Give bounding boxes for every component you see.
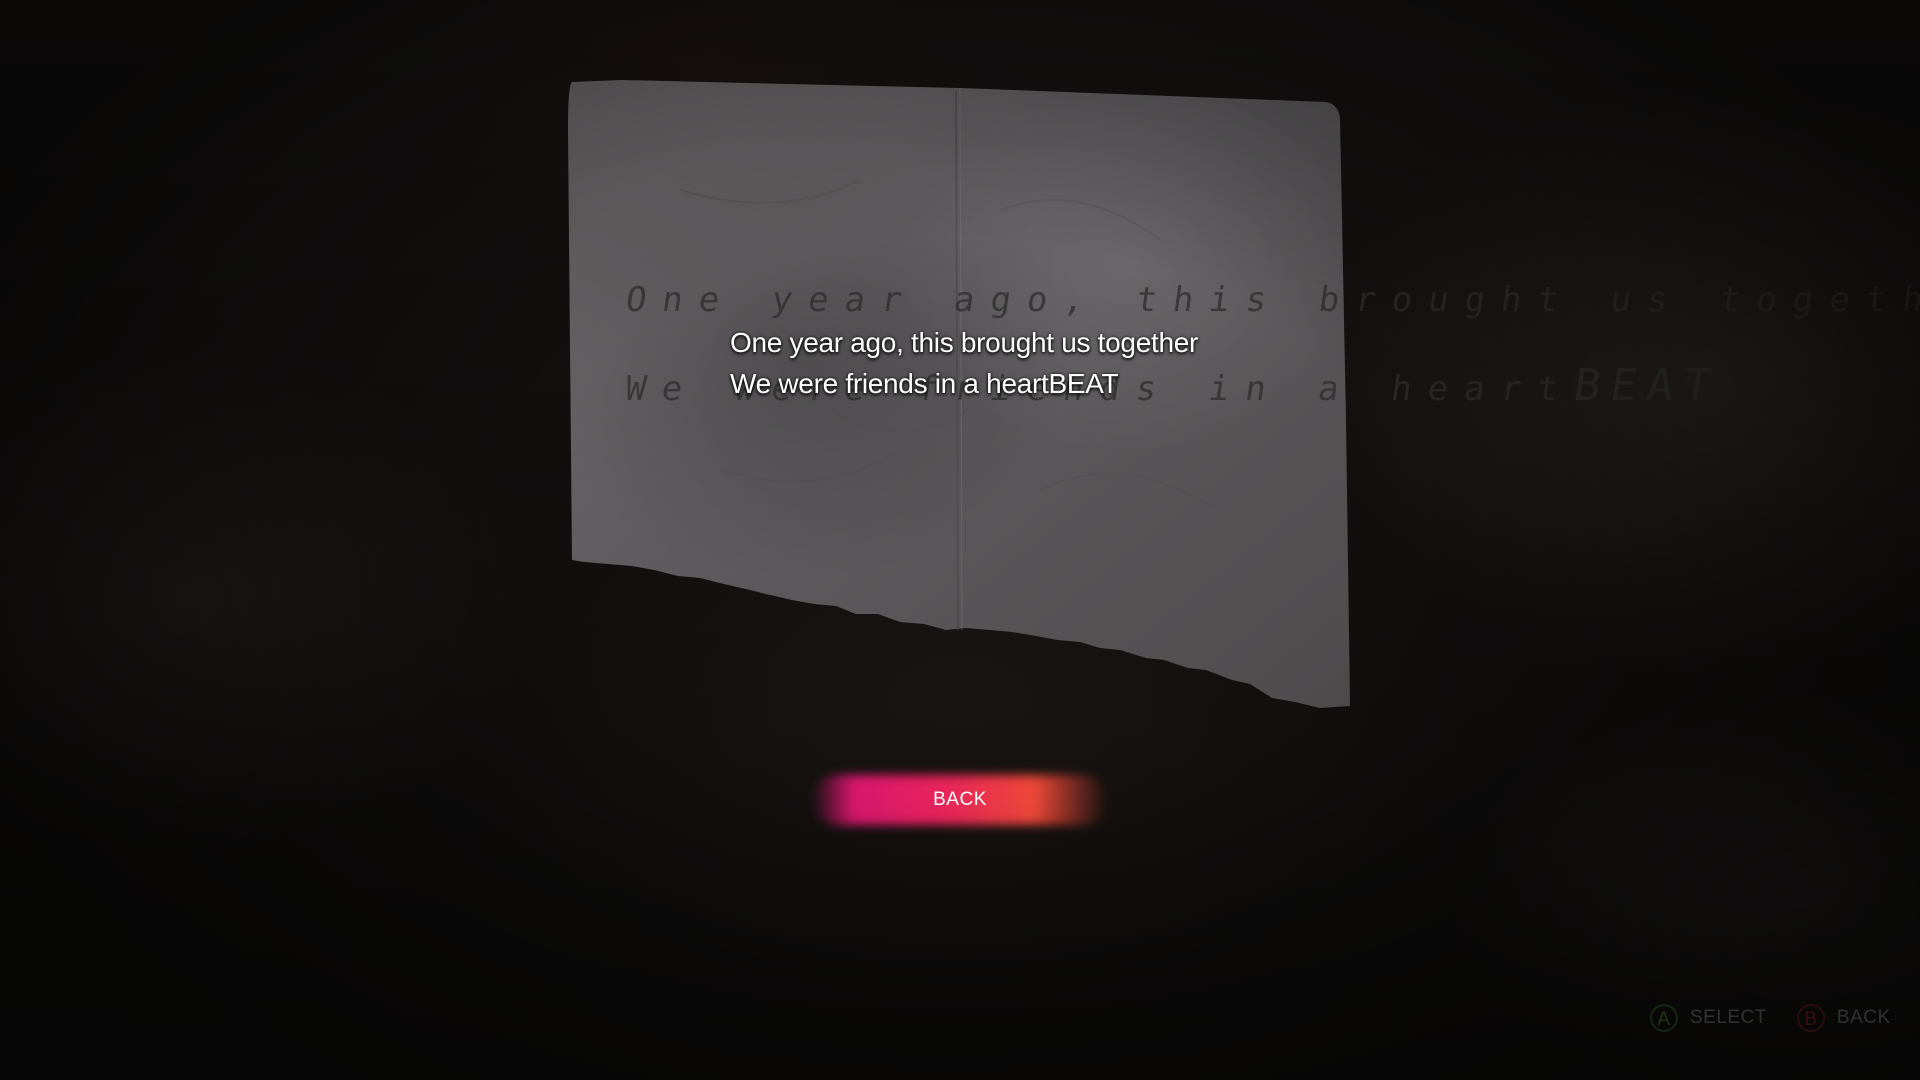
hint-back[interactable]: B BACK bbox=[1796, 1004, 1891, 1032]
hint-select[interactable]: A SELECT bbox=[1650, 1004, 1767, 1032]
transcription-line-1: One year ago, this brought us together bbox=[730, 327, 1199, 358]
note-transcription: One year ago, this brought us together W… bbox=[730, 322, 1198, 404]
back-button[interactable]: BACK bbox=[812, 775, 1108, 825]
a-button-icon: A bbox=[1650, 1004, 1678, 1032]
b-button-icon: B bbox=[1796, 1004, 1825, 1032]
controller-hints: A SELECT B BACK bbox=[1650, 1004, 1891, 1032]
hint-select-label: SELECT bbox=[1690, 1007, 1767, 1028]
collectible-viewer-screen: One year ago, this brought us together W… bbox=[0, 0, 1920, 1080]
handwritten-line-1: One year ago, this brought us together bbox=[623, 280, 1920, 320]
back-button-label: BACK bbox=[933, 789, 987, 810]
transcription-line-2: We were friends in a heartBEAT bbox=[730, 368, 1119, 399]
hint-back-label: BACK bbox=[1836, 1007, 1891, 1028]
handwritten-line-2-caps: BEAT bbox=[1570, 360, 1724, 411]
